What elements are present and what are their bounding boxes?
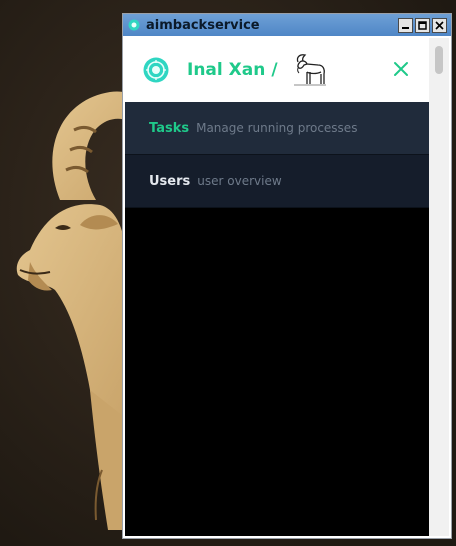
app-window: aimbackservice Inal Xan / Tasks Manage r…: [122, 13, 452, 539]
nav-item-label: Users: [149, 173, 191, 189]
window-close-icon: [435, 20, 444, 30]
close-icon: [394, 62, 408, 76]
window-titlebar[interactable]: aimbackservice: [123, 14, 451, 36]
app-gear-icon: [127, 18, 141, 32]
scrollbar-thumb[interactable]: [435, 46, 443, 74]
gear-logo-icon: [143, 57, 169, 83]
close-menu-button[interactable]: [391, 59, 411, 79]
window-title: aimbackservice: [146, 17, 260, 33]
window-close-button[interactable]: [432, 17, 447, 33]
nav-item-tasks[interactable]: Tasks Manage running processes: [125, 102, 429, 155]
username: Inal Xan: [187, 60, 266, 80]
minimize-button[interactable]: [398, 17, 413, 33]
nav-item-users[interactable]: Users user overview: [125, 155, 429, 208]
goat-icon: [293, 54, 326, 86]
header-separator: /: [271, 60, 278, 80]
minimize-icon: [402, 26, 409, 29]
maximize-icon: [418, 20, 427, 30]
nav-item-description: user overview: [197, 174, 282, 188]
app-content: Inal Xan / Tasks Manage running processe…: [125, 38, 429, 536]
nav-item-description: Manage running processes: [196, 121, 358, 135]
nav-item-label: Tasks: [149, 120, 190, 136]
vertical-scrollbar[interactable]: [429, 38, 449, 536]
maximize-button[interactable]: [415, 17, 430, 33]
window-controls: [398, 17, 447, 33]
app-header: Inal Xan /: [125, 38, 429, 102]
